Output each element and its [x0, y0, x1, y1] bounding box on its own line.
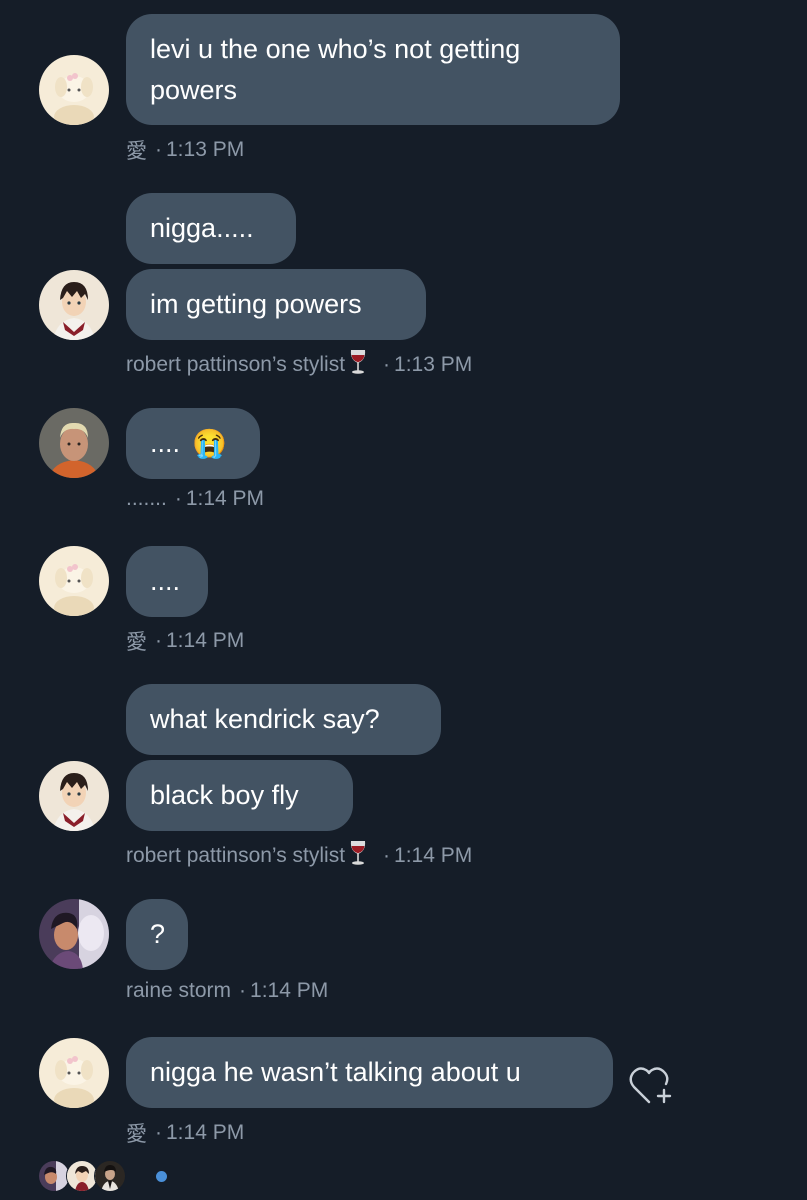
message-meta: robert pattinson’s stylist · 1:14 PM — [126, 840, 472, 872]
message-bubble[interactable]: ? — [126, 899, 188, 970]
sender-name[interactable]: raine storm — [126, 979, 231, 1003]
message-time: 1:14 PM — [166, 629, 245, 652]
meta-separator: · — [174, 487, 182, 510]
crying-emoji: 😭 — [192, 428, 227, 459]
reader-avatar — [94, 1160, 126, 1192]
sender-name[interactable]: 愛 — [126, 626, 147, 656]
message-time: 1:14 PM — [185, 487, 265, 510]
meta-separator: · — [155, 138, 162, 161]
message-text: .... — [150, 428, 181, 458]
message-bubble[interactable]: what kendrick say? — [126, 684, 441, 755]
message-time: 1:14 PM — [394, 844, 473, 867]
message-meta: robert pattinson’s stylist · 1:13 PM — [126, 349, 472, 381]
meta-separator: · — [383, 844, 391, 867]
message-text: black boy fly — [150, 780, 299, 810]
message-text: what kendrick say? — [150, 704, 380, 734]
message-text: nigga..... — [150, 213, 254, 243]
message-bubble[interactable]: .... — [126, 546, 208, 617]
avatar-anime-boy[interactable] — [39, 761, 109, 831]
message-time: 1:13 PM — [166, 138, 245, 161]
message-text: im getting powers — [150, 289, 362, 319]
message-time: 1:13 PM — [394, 353, 473, 376]
message-bubble[interactable]: levi u the one who’s not getting powers — [126, 14, 620, 125]
message-text: levi u the one who’s not getting powers — [150, 33, 521, 105]
message-meta: ....... · 1:14 PM — [126, 487, 264, 511]
meta-separator: · — [155, 1121, 162, 1144]
avatar-raine-storm[interactable] — [39, 899, 109, 969]
meta-separator: · — [239, 979, 247, 1002]
unread-dot-icon — [156, 1170, 167, 1182]
avatar-photo-man[interactable] — [39, 408, 109, 478]
message-bubble[interactable]: .... 😭 — [126, 408, 260, 479]
message-time: 1:14 PM — [250, 979, 329, 1002]
message-meta: 愛 · 1:14 PM — [126, 1118, 244, 1148]
message-text: nigga he wasn’t talking about u — [150, 1057, 521, 1087]
message-meta: 愛 · 1:13 PM — [126, 135, 244, 165]
avatar-dog[interactable] — [39, 55, 109, 125]
message-meta: raine storm · 1:14 PM — [126, 979, 328, 1003]
message-bubble[interactable]: nigga he wasn’t talking about u — [126, 1037, 613, 1108]
message-bubble[interactable]: im getting powers — [126, 269, 426, 340]
sender-name[interactable]: robert pattinson’s stylist — [126, 353, 345, 377]
sender-name[interactable]: robert pattinson’s stylist — [126, 844, 345, 868]
message-bubble[interactable]: nigga..... — [126, 193, 296, 264]
sender-name[interactable]: ....... — [126, 487, 167, 511]
read-receipts[interactable] — [38, 1160, 167, 1192]
sender-name[interactable]: 愛 — [126, 1118, 147, 1148]
message-bubble[interactable]: black boy fly — [126, 760, 353, 831]
sender-name[interactable]: 愛 — [126, 135, 147, 165]
meta-separator: · — [155, 629, 162, 652]
heart-plus-icon[interactable] — [628, 1064, 676, 1106]
message-meta: 愛 · 1:14 PM — [126, 626, 244, 656]
avatar-dog[interactable] — [39, 546, 109, 616]
message-text: .... — [150, 566, 181, 596]
message-text: ? — [150, 919, 166, 949]
wine-glass-icon — [349, 840, 367, 872]
meta-separator: · — [383, 353, 391, 376]
wine-glass-icon — [349, 349, 367, 381]
avatar-dog[interactable] — [39, 1038, 109, 1108]
message-time: 1:14 PM — [166, 1121, 245, 1144]
avatar-anime-boy[interactable] — [39, 270, 109, 340]
